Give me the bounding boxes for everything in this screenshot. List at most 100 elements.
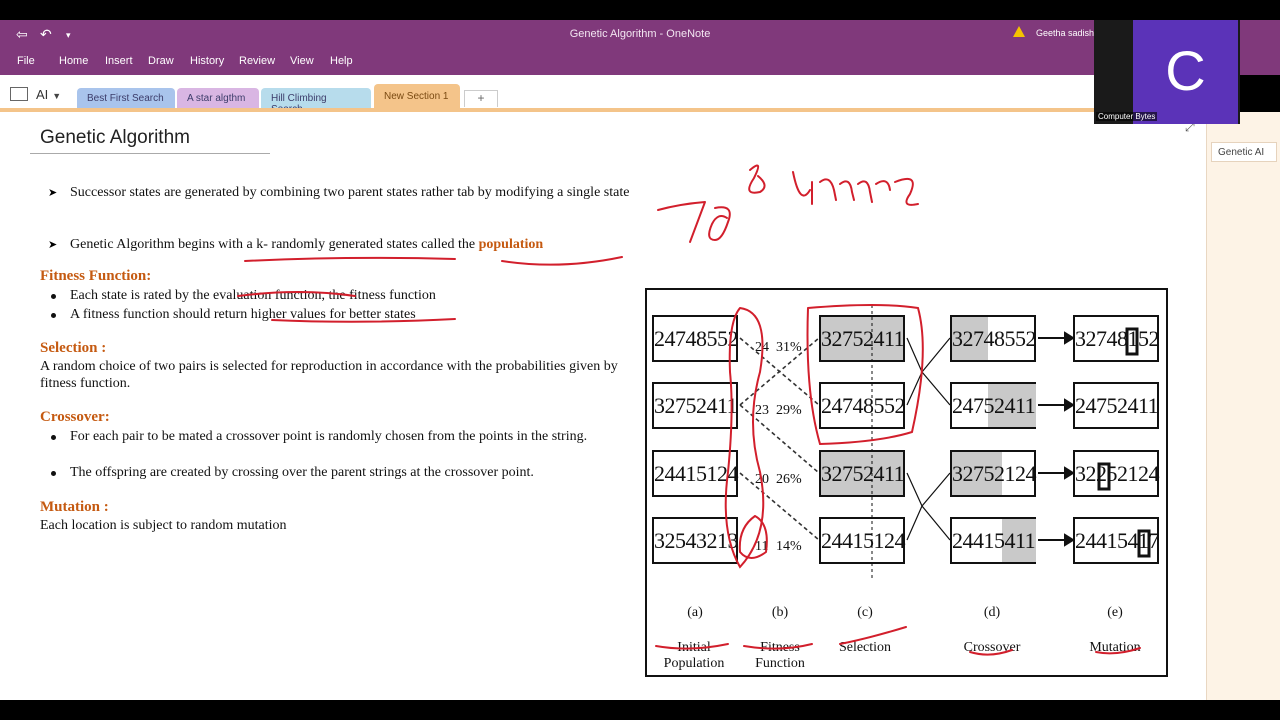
caption-crossover: Crossover <box>963 640 1021 655</box>
bottom-letterbox <box>0 700 1280 720</box>
fitness-value: 23 <box>755 403 769 418</box>
selection-box: 32752411 <box>819 315 905 362</box>
tab-label: A star algthm <box>187 93 246 104</box>
selection-string: 32752411 <box>821 461 905 486</box>
fitness-percent: 31% <box>776 340 802 355</box>
mutation-string: 24415417 <box>1075 528 1160 553</box>
title-bar: ⇦ ↶ ▾ Genetic Algorithm - OneNote Geetha… <box>0 20 1280 49</box>
figure-letter-d: (d) <box>983 605 1001 620</box>
fitness-value: 24 <box>755 340 769 355</box>
tab-label: New Section 1 <box>384 91 449 102</box>
mutation-text[interactable]: Each location is subject to random mutat… <box>40 517 600 534</box>
crossover-string: 24752411 <box>952 393 1036 418</box>
top-letterbox <box>0 0 1280 20</box>
selection-string: 24748552 <box>821 393 906 418</box>
menu-file[interactable]: File <box>17 55 35 67</box>
caption-selection: Selection <box>838 640 892 655</box>
crossover-box: 32748552 <box>950 315 1037 362</box>
notebook-name: AI <box>36 87 49 102</box>
fitness-item-2[interactable]: A fitness function should return higher … <box>70 306 630 323</box>
selection-box: 24415124 <box>819 517 906 564</box>
page-item-genetic-ai[interactable]: Genetic AI <box>1211 142 1277 162</box>
fitness-percent: 26% <box>776 472 802 487</box>
figure-letter-a: (a) <box>687 605 703 620</box>
tab-best-first-search[interactable]: Best First Search <box>77 88 175 109</box>
population-box: 24415124 <box>652 450 739 497</box>
avatar-initial: C <box>1165 39 1206 102</box>
crossover-box: 24752411 <box>950 382 1036 429</box>
tab-hill-climbing-search[interactable]: Hill Climbing Search <box>261 88 371 115</box>
caption-mutation: Mutation <box>1089 640 1141 655</box>
menu-history[interactable]: History <box>190 55 224 67</box>
selection-box: 32752411 <box>819 450 905 497</box>
webcam-overlay: C Computer Bytes <box>1094 20 1240 124</box>
population-string: 32543213 <box>654 528 739 553</box>
notebook-selector[interactable]: AI ▼ <box>10 87 61 102</box>
mutation-heading[interactable]: Mutation : <box>40 499 109 516</box>
add-section-button[interactable]: + <box>464 90 498 107</box>
ribbon-menu: File Home Insert Draw History Review Vie… <box>0 49 1280 75</box>
selection-box: 24748552 <box>819 382 906 429</box>
title-underline <box>30 153 270 154</box>
bullet-population[interactable]: Genetic Algorithm begins with a k- rando… <box>70 236 630 253</box>
warning-icon[interactable] <box>1013 26 1025 37</box>
crossover-box: 24415411 <box>950 517 1036 564</box>
figure-letter-b: (b) <box>771 605 789 620</box>
crossover-heading[interactable]: Crossover: <box>40 409 110 426</box>
page-list-pane: ⤢ Genetic AI <box>1185 112 1280 700</box>
fitness-heading[interactable]: Fitness Function: <box>40 268 151 285</box>
page-canvas[interactable]: Genetic Algorithm ➤ Successor states are… <box>0 112 1206 700</box>
page-title[interactable]: Genetic Algorithm <box>40 127 190 149</box>
menu-insert[interactable]: Insert <box>105 55 133 67</box>
mutation-string: 32252124 <box>1075 461 1160 486</box>
caption-initial-population: Initial Population <box>663 640 725 671</box>
population-string: 32752411 <box>654 393 738 418</box>
tab-a-star-algthm[interactable]: A star algthm <box>177 88 259 109</box>
crossover-string: 32752124 <box>952 461 1037 486</box>
fitness-item-1[interactable]: Each state is rated by the evaluation fu… <box>70 287 630 304</box>
crossover-string: 32748552 <box>952 326 1037 351</box>
menu-review[interactable]: Review <box>239 55 275 67</box>
arrow-bullet-icon: ➤ <box>48 187 58 199</box>
menu-help[interactable]: Help <box>330 55 353 67</box>
mutation-box: 32748152 <box>1073 315 1160 362</box>
crossover-string: 24415411 <box>952 528 1036 553</box>
selection-string: 24415124 <box>821 528 906 553</box>
selection-string: 32752411 <box>821 326 905 351</box>
tab-new-section-1[interactable]: New Section 1 <box>374 84 460 109</box>
dot-bullet-icon <box>51 313 56 318</box>
menu-draw[interactable]: Draw <box>148 55 174 67</box>
fitness-value: 11 <box>755 539 769 554</box>
caption-fitness-function: Fitness Function <box>755 640 805 671</box>
dot-bullet-icon <box>51 471 56 476</box>
figure-letter-c: (c) <box>857 605 873 620</box>
mutation-box: 24415417 <box>1073 517 1160 564</box>
arrow-bullet-icon: ➤ <box>48 239 58 251</box>
menu-home[interactable]: Home <box>59 55 88 67</box>
crossover-item-2[interactable]: The offspring are created by crossing ov… <box>70 464 630 481</box>
chevron-down-icon: ▼ <box>52 91 62 101</box>
population-string: 24415124 <box>654 461 739 486</box>
section-tab-row: AI ▼ Best First Search A star algthm Hill… <box>0 75 1206 115</box>
crossover-item-1[interactable]: For each pair to be mated a crossover po… <box>70 428 615 445</box>
population-string: 24748552 <box>654 326 739 351</box>
bullet-successor-states[interactable]: Successor states are generated by combin… <box>70 184 630 201</box>
figure-letter-e: (e) <box>1107 605 1123 620</box>
mutation-box: 24752411 <box>1073 382 1159 429</box>
fitness-percent: 14% <box>776 539 802 554</box>
selection-text[interactable]: A random choice of two pairs is selected… <box>40 358 630 392</box>
population-box: 32543213 <box>652 517 739 564</box>
dot-bullet-icon <box>51 294 56 299</box>
population-box: 24748552 <box>652 315 739 362</box>
highlight-population: population <box>478 237 544 252</box>
webcam-name: Computer Bytes <box>1096 112 1158 121</box>
user-name[interactable]: Geetha sadish <box>1036 28 1094 38</box>
selection-heading[interactable]: Selection : <box>40 340 106 357</box>
mutation-string: 24752411 <box>1075 393 1159 418</box>
notebook-icon <box>10 87 28 101</box>
fitness-percent: 29% <box>776 403 802 418</box>
crossover-box: 32752124 <box>950 450 1037 497</box>
dot-bullet-icon <box>51 435 56 440</box>
genetic-algorithm-figure[interactable]: 24748552 32752411 24415124 32543213 24 3… <box>645 288 1168 677</box>
menu-view[interactable]: View <box>290 55 314 67</box>
